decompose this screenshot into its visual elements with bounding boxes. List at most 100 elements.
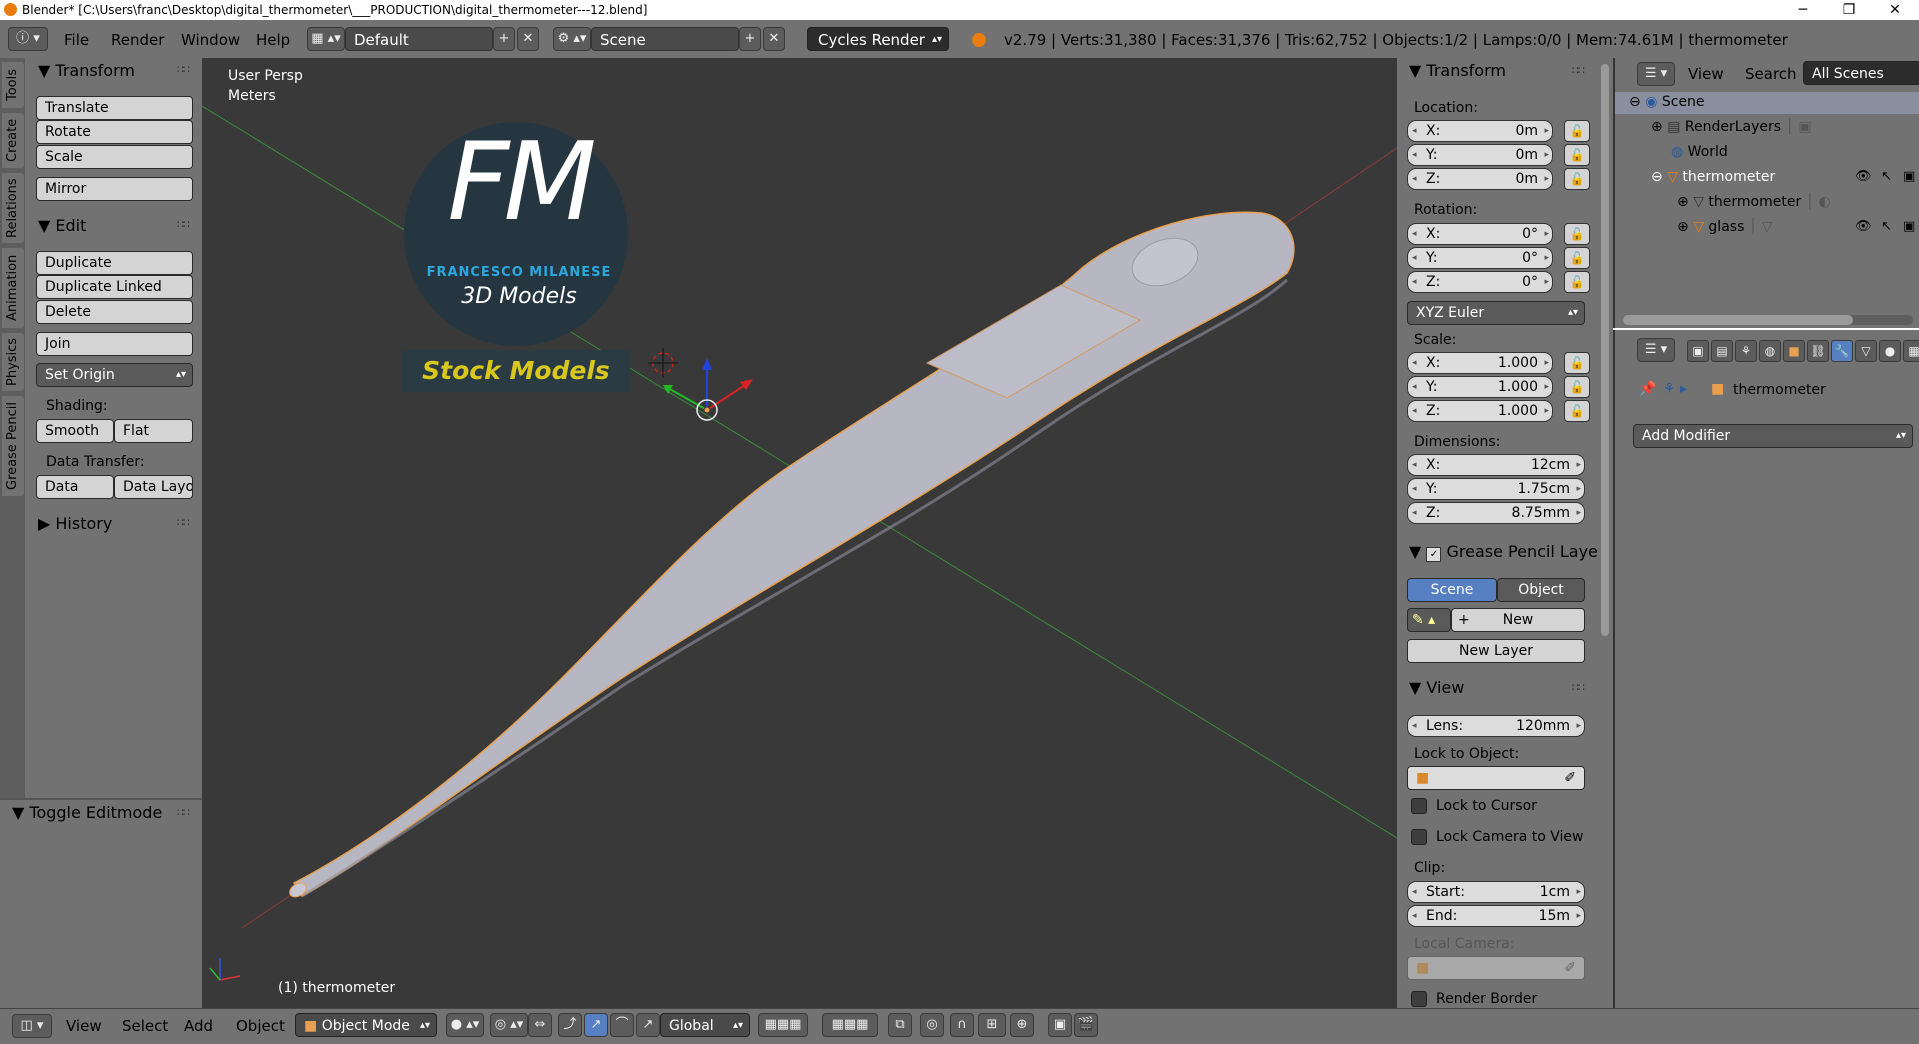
properties-scrollbar[interactable] [1597, 58, 1613, 1008]
tab-create[interactable]: Create [2, 113, 24, 168]
outliner-view-menu[interactable]: View [1688, 65, 1724, 83]
scene-field[interactable]: Scene [591, 27, 739, 51]
outliner-scene-item[interactable]: ⊖ ◉ Scene [1629, 94, 1705, 110]
menu-help[interactable]: Help [256, 31, 290, 49]
render-camera-icon[interactable]: ▣ [1903, 169, 1915, 184]
flat-button[interactable]: Flat [114, 419, 193, 443]
object-tab-icon[interactable]: ■ [1783, 340, 1805, 362]
scale-x-field[interactable]: ◂ X: 1.000 ▸ [1407, 352, 1553, 374]
local-camera-field[interactable]: ■ ✐ [1407, 956, 1585, 980]
maximize-button[interactable]: ❐ [1826, 0, 1872, 20]
viewport-canvas[interactable] [202, 58, 1397, 1008]
outliner-world-item[interactable]: ◍ World [1671, 144, 1728, 160]
history-panel-header[interactable]: ▶ History [38, 514, 112, 533]
render-border-checkbox[interactable] [1411, 991, 1427, 1007]
clip-start-field[interactable]: ◂ Start: 1cm ▸ [1407, 881, 1585, 903]
opengl-render-animation-icon[interactable]: 🎬 [1074, 1013, 1098, 1037]
new-grease-button[interactable]: + New [1451, 608, 1585, 632]
visibility-eye-icon[interactable]: 👁 [1855, 169, 1872, 184]
lock-icon[interactable]: 🔓 [1564, 144, 1590, 166]
scrollbar-thumb[interactable] [1601, 64, 1609, 636]
rotation-y-field[interactable]: ◂ Y: 0° ▸ [1407, 247, 1553, 269]
world-tab-icon[interactable]: ◍ [1759, 340, 1781, 362]
scene-layers-icon[interactable]: ▦▦▦ [758, 1013, 808, 1037]
edit-panel-header[interactable]: ▼ Edit [38, 216, 86, 235]
editor-type-info-icon[interactable]: ⓘ ▾ [8, 27, 48, 51]
tab-tools[interactable]: Tools [2, 62, 24, 108]
menu-view[interactable]: View [66, 1017, 102, 1035]
lock-icon[interactable]: 🔓 [1564, 168, 1590, 190]
add-modifier-select[interactable]: Add Modifier ▴▾ [1633, 424, 1913, 448]
properties-editor-type-icon[interactable]: ☰ ▾ [1637, 338, 1675, 362]
location-z-field[interactable]: ◂ Z: 0m ▸ [1407, 168, 1553, 190]
panel-grip-icon[interactable]: ∷∷ [1572, 681, 1585, 694]
scene-selector-icon[interactable]: ⚙ ▴▾ [553, 27, 591, 51]
dimension-y-field[interactable]: ◂ Y: 1.75cm ▸ [1407, 478, 1585, 500]
tab-animation[interactable]: Animation [2, 248, 24, 328]
lock-icon[interactable]: 🔓 [1564, 400, 1590, 422]
modifiers-wrench-tab-icon[interactable]: 🔧 [1831, 340, 1853, 362]
lock-camera-checkbox[interactable] [1411, 829, 1427, 845]
render-engine-select[interactable]: Cycles Render ▴▾ [807, 27, 949, 51]
outliner-display-mode-select[interactable]: All Scenes [1803, 61, 1919, 85]
render-camera-icon[interactable]: ▣ [1903, 219, 1915, 234]
render-tab-icon[interactable]: ▣ [1687, 340, 1709, 362]
lock-layers-icon[interactable]: ⧉ [888, 1013, 912, 1037]
outliner-renderlayers-item[interactable]: ⊕ ▤ RenderLayers │ ▣ [1651, 119, 1812, 135]
lock-icon[interactable]: 🔓 [1564, 271, 1590, 293]
render-layers-tab-icon[interactable]: ▤ [1711, 340, 1733, 362]
select-arrow-icon[interactable]: ↖ [1881, 219, 1892, 234]
lock-to-cursor-checkbox[interactable] [1411, 798, 1427, 814]
rotation-z-field[interactable]: ◂ Z: 0° ▸ [1407, 271, 1553, 293]
texture-tab-icon[interactable]: ▦ [1903, 340, 1919, 362]
menu-window[interactable]: Window [181, 31, 240, 49]
rotation-x-field[interactable]: ◂ X: 0° ▸ [1407, 223, 1553, 245]
rotate-button[interactable]: Rotate [36, 120, 193, 144]
rotate-manipulator-icon[interactable]: ↗ [584, 1013, 608, 1037]
lock-icon[interactable]: 🔓 [1564, 120, 1590, 142]
add-layout-icon[interactable]: + [493, 27, 515, 51]
panel-grip-icon[interactable]: ∷∷ [177, 63, 190, 76]
menu-select[interactable]: Select [122, 1017, 168, 1035]
material-tab-icon[interactable]: ● [1879, 340, 1901, 362]
tab-physics[interactable]: Physics [2, 333, 24, 391]
pin-icon[interactable]: 📌 [1639, 381, 1656, 397]
duplicate-button[interactable]: Duplicate [36, 251, 193, 275]
join-button[interactable]: Join [36, 332, 193, 356]
scrollbar-thumb[interactable] [1623, 315, 1853, 325]
scene-layers-icon[interactable]: ▦▦▦ [822, 1013, 878, 1037]
tab-relations[interactable]: Relations [2, 173, 24, 243]
transform-panel-header[interactable]: ▼ Transform [38, 61, 135, 80]
lock-object-field[interactable]: ■ ✐ [1407, 766, 1585, 790]
translate-button[interactable]: Translate [36, 96, 193, 120]
grease-object-tab[interactable]: Object [1497, 578, 1585, 602]
outliner-thermometer-object[interactable]: ⊖ ▽ thermometer [1651, 169, 1775, 185]
delete-button[interactable]: Delete [36, 300, 193, 324]
pencil-icon[interactable]: ✎ ▴ [1407, 608, 1451, 632]
scale-manipulator-icon[interactable]: ⌒ [610, 1013, 634, 1037]
lock-icon[interactable]: 🔓 [1564, 376, 1590, 398]
data-layout-button[interactable]: Data Layo [114, 475, 193, 499]
screen-layout-field[interactable]: Default [345, 27, 493, 51]
lens-field[interactable]: ◂ Lens: 120mm ▸ [1407, 715, 1585, 737]
scale-z-field[interactable]: ◂ Z: 1.000 ▸ [1407, 400, 1553, 422]
visibility-eye-icon[interactable]: 👁 [1855, 219, 1872, 234]
dimension-x-field[interactable]: ◂ X: 12cm ▸ [1407, 454, 1585, 476]
panel-grip-icon[interactable]: ∷∷ [177, 806, 190, 819]
tab-grease-pencil[interactable]: Grease Pencil [2, 396, 24, 496]
viewport-shading-icon[interactable]: ● ▴▾ [446, 1013, 484, 1037]
toggle-editmode-panel-header[interactable]: ▼ Toggle Editmode [12, 803, 162, 822]
outliner-thermometer-mesh[interactable]: ⊕ ▽ thermometer │ ◐ [1677, 194, 1831, 210]
screen-layout-icon[interactable]: ▦ ▴▾ [307, 27, 345, 51]
outliner-search-menu[interactable]: Search [1745, 65, 1797, 83]
minimize-button[interactable]: ─ [1780, 0, 1826, 20]
transform-manipulator-icon[interactable]: ↗ [636, 1013, 660, 1037]
lock-icon[interactable]: 🔓 [1564, 223, 1590, 245]
scale-button[interactable]: Scale [36, 145, 193, 169]
panel-grip-icon[interactable]: ∷∷ [1572, 64, 1585, 77]
close-window-button[interactable]: ✕ [1872, 0, 1918, 20]
view-panel-header[interactable]: ▼ View [1409, 678, 1464, 697]
outliner-glass-object[interactable]: ⊕ ▽ glass │ ▽ [1677, 219, 1772, 235]
n-transform-header[interactable]: ▼ Transform [1409, 61, 1506, 80]
remove-layout-icon[interactable]: ✕ [517, 27, 539, 51]
